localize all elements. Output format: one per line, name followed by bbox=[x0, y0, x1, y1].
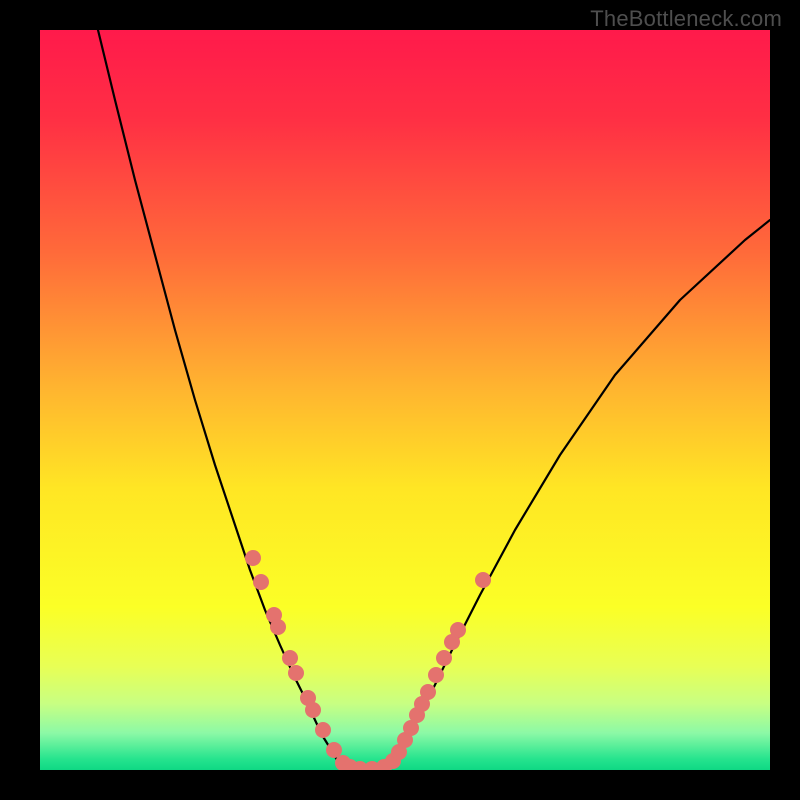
data-marker bbox=[420, 684, 436, 700]
data-marker bbox=[450, 622, 466, 638]
chart-frame: TheBottleneck.com bbox=[0, 0, 800, 800]
data-marker bbox=[270, 619, 286, 635]
data-marker bbox=[428, 667, 444, 683]
data-marker bbox=[326, 742, 342, 758]
data-marker bbox=[245, 550, 261, 566]
series-right-branch bbox=[390, 220, 770, 765]
data-marker bbox=[436, 650, 452, 666]
watermark-text: TheBottleneck.com bbox=[590, 6, 782, 32]
series-left-branch bbox=[98, 30, 340, 765]
data-marker bbox=[282, 650, 298, 666]
data-marker bbox=[253, 574, 269, 590]
data-marker bbox=[475, 572, 491, 588]
data-marker bbox=[288, 665, 304, 681]
data-marker bbox=[305, 702, 321, 718]
curve-layer bbox=[40, 30, 770, 770]
plot-area bbox=[40, 30, 770, 770]
data-marker bbox=[315, 722, 331, 738]
